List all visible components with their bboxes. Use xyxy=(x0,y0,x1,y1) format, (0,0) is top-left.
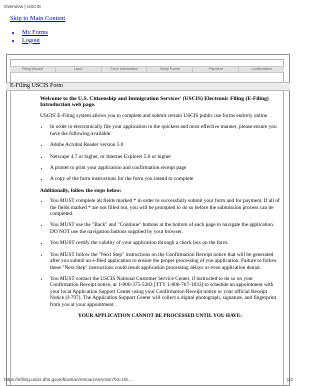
step-item: You MUST complete all fields marked * in… xyxy=(50,198,280,217)
requirements-list: In order to electronically file your app… xyxy=(40,124,280,182)
print-footer-url: https://efiling.uscis.dhs.gov/efi/action… xyxy=(4,377,132,382)
welcome-heading: Welcome to the U.S. Citizenship and Immi… xyxy=(40,96,269,109)
tab-form-information[interactable]: Form Information xyxy=(102,67,148,72)
step-item: You MUST follow the "Next Step" instruct… xyxy=(50,252,280,271)
form-title-bar: E-Filing USCIS Form xyxy=(6,82,290,91)
intro-paragraph: USCIS' E-Filing system allows you to com… xyxy=(40,113,269,120)
tab-payment[interactable]: Payment xyxy=(193,67,240,72)
final-note: YOUR APPLICATION CANNOT BE PROCESSED UNT… xyxy=(78,312,242,319)
window-title: Overview | USCIS xyxy=(4,4,41,9)
requirement-item: Netscape 4.7 or higher, or Internet Expl… xyxy=(50,154,280,160)
my-forms-link[interactable]: My Forms xyxy=(22,29,48,36)
steps-intro: Additionally, follow the steps below: xyxy=(40,187,122,194)
requirement-item: A printer to print your application and … xyxy=(50,165,280,171)
skip-to-main-link[interactable]: Skip to Main Content xyxy=(10,15,65,22)
requirement-item: Adobe Acrobat Reader version 5.0 xyxy=(50,142,280,148)
print-footer-page: 1/2 xyxy=(286,377,293,382)
steps-list: You MUST complete all fields marked * in… xyxy=(40,198,280,308)
logout-link[interactable]: Logout xyxy=(22,37,40,44)
requirement-item: A copy of the form instructions for the … xyxy=(50,176,280,182)
step-item: You MUST use the "Back" and "Continue" b… xyxy=(50,222,280,235)
requirement-item: In order to electronically file your app… xyxy=(50,124,280,137)
step-item: You MUST certify the validity of your ap… xyxy=(50,240,280,246)
tab-confirmation[interactable]: Confirmation xyxy=(239,67,284,72)
top-links: My Forms Logout xyxy=(12,29,48,44)
wizard-nav-bar: Filing Wizard Laws Form Information Veri… xyxy=(10,66,284,73)
tab-filing-wizard[interactable]: Filing Wizard xyxy=(10,67,56,72)
top-link-item: My Forms xyxy=(22,29,48,37)
tab-verify-forms[interactable]: Verify Forms xyxy=(147,67,194,72)
tab-laws[interactable]: Laws xyxy=(56,67,102,72)
top-link-item: Logout xyxy=(22,37,48,45)
main-content: Welcome to the U.S. Citizenship and Immi… xyxy=(40,96,280,324)
step-item: You MUST contact the USCIS National Cust… xyxy=(50,276,280,308)
